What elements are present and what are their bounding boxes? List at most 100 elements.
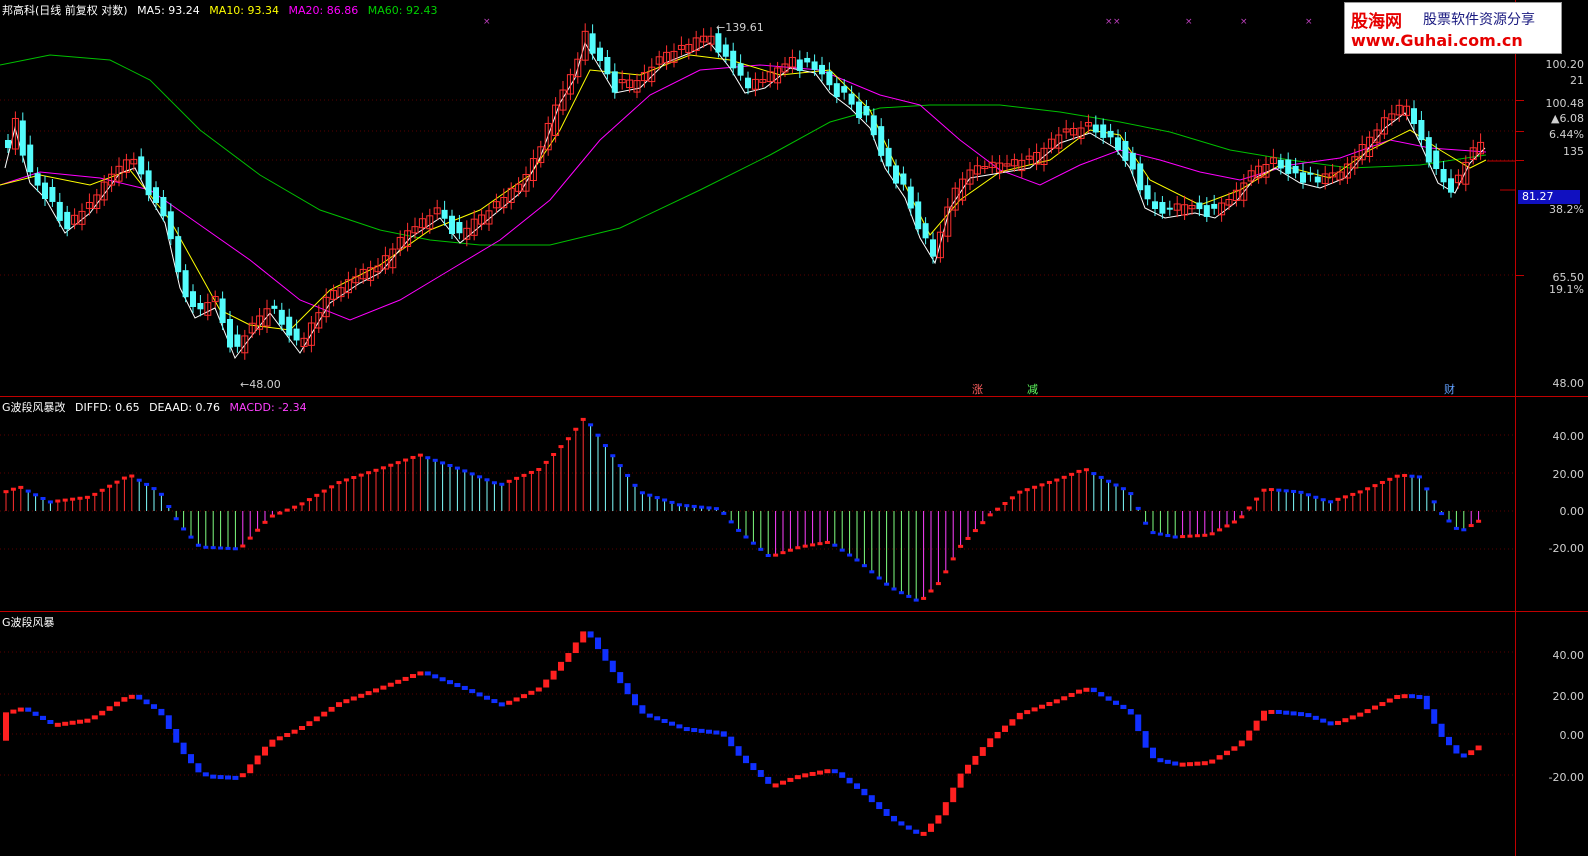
candle-down — [796, 50, 803, 78]
wave-step — [639, 705, 646, 714]
event-marker-jian[interactable]: 减 — [1027, 381, 1038, 397]
wave-step — [565, 653, 572, 662]
candle-down — [449, 209, 455, 239]
wave-step — [410, 674, 416, 679]
candle-down — [915, 192, 922, 235]
wave-step — [291, 729, 298, 734]
price-plot[interactable]: × × × × × × — [0, 0, 1515, 396]
wave-step — [1468, 750, 1475, 756]
macd-step — [491, 481, 497, 485]
macd-step — [1069, 472, 1075, 476]
macd-step — [1187, 534, 1193, 538]
event-marker-zhang[interactable]: 涨 — [972, 381, 983, 397]
wave-step — [728, 736, 735, 747]
macd-histogram-chart[interactable] — [0, 397, 1515, 611]
macd-step — [958, 544, 964, 548]
macd-step — [425, 456, 431, 460]
guhai-logo[interactable]: 股海网 股票软件资源分享 www.Guhai.com.cn — [1344, 2, 1562, 54]
macd-step — [1009, 496, 1015, 500]
macd-step — [1076, 469, 1082, 473]
candle-up — [248, 316, 256, 338]
macd-step — [84, 495, 90, 499]
wave-step — [1335, 720, 1341, 725]
macd-step — [77, 496, 83, 500]
macd-step — [514, 476, 520, 480]
wave-step — [1194, 761, 1201, 766]
price-axis: 100.20 21 100.48 ▲6.08 6.44% 135 81.27 3… — [1515, 0, 1588, 396]
macd-step — [943, 570, 949, 574]
candle-up — [751, 72, 759, 97]
candle-up — [529, 149, 537, 188]
macd-step — [462, 469, 468, 473]
wave-step-chart[interactable] — [0, 612, 1515, 856]
macd-step — [1002, 502, 1008, 505]
macd-step — [684, 504, 690, 508]
wave-step — [698, 728, 705, 733]
price-pane[interactable]: × × × × × × 邦高科(日线 前复权 对数) MA5: 93.24 MA10: 9… — [0, 0, 1588, 396]
axis-tick: 20.00 — [1552, 468, 1585, 481]
candle-up — [108, 166, 116, 193]
macd-step — [1246, 506, 1252, 510]
candle-up — [1469, 139, 1477, 165]
macd-step — [639, 491, 645, 495]
wave-step — [114, 701, 120, 707]
macd-step — [1113, 483, 1119, 487]
wave-step — [632, 694, 638, 706]
wave-step — [1113, 700, 1119, 705]
event-marker-cai[interactable]: 财 — [1444, 381, 1455, 397]
wave-step — [809, 771, 816, 776]
macd-step — [721, 511, 727, 515]
wave-step — [691, 728, 698, 733]
wave-step — [1024, 710, 1031, 715]
macd-step — [1394, 474, 1400, 478]
macdd-value: MACDD: -2.34 — [229, 401, 307, 414]
candle-up — [1262, 156, 1270, 185]
macd-step — [676, 503, 682, 507]
wave-step — [99, 710, 106, 716]
wave-step — [1238, 740, 1245, 747]
wave-step — [143, 699, 150, 705]
wave-step — [225, 775, 231, 780]
macd-step — [1402, 473, 1408, 477]
macd-step — [573, 427, 579, 431]
wave-step — [720, 731, 727, 737]
macd-plot[interactable] — [0, 397, 1515, 611]
macd-step — [232, 547, 238, 551]
macd-pane[interactable]: G波段风暴改 DIFFD: 0.65 DEAAD: 0.76 MACDD: -2… — [0, 397, 1588, 611]
macd-step — [780, 551, 786, 555]
wave-step — [417, 671, 424, 676]
macd-step — [987, 513, 993, 517]
candle-down — [293, 319, 300, 346]
wave-step — [965, 764, 971, 774]
wave-step — [262, 746, 268, 756]
candle-up — [1388, 104, 1396, 126]
candle-up — [256, 308, 264, 336]
wave-step — [373, 688, 379, 693]
ma10-value: MA10: 93.34 — [209, 4, 280, 17]
macd-step — [10, 487, 16, 491]
macd-step — [47, 500, 53, 504]
logo-brand: 股海网 — [1351, 12, 1402, 32]
wave-step — [1031, 707, 1038, 712]
candlestick-chart[interactable]: × × × × × × — [0, 0, 1515, 396]
wave-pane[interactable]: G波段风暴 40.00 20.00 0.00 -20.00 — [0, 612, 1588, 856]
macd-step — [262, 520, 268, 524]
macd-step — [528, 470, 534, 474]
wave-step — [232, 775, 239, 780]
ma10-line — [0, 54, 1487, 331]
candle-down — [271, 299, 278, 314]
macd-step — [18, 485, 24, 489]
wave-step — [69, 720, 76, 725]
macd-step — [506, 479, 512, 483]
wave-step — [1349, 715, 1356, 720]
wave-step — [1150, 747, 1156, 759]
candle-down — [863, 100, 870, 123]
macd-step — [173, 517, 179, 521]
wave-step — [1157, 758, 1164, 763]
wave-plot[interactable] — [0, 612, 1515, 856]
macd-step — [906, 594, 912, 598]
candle-up — [122, 153, 130, 179]
macd-step — [1372, 484, 1378, 488]
wave-step — [321, 711, 328, 717]
wave-step — [572, 642, 579, 654]
